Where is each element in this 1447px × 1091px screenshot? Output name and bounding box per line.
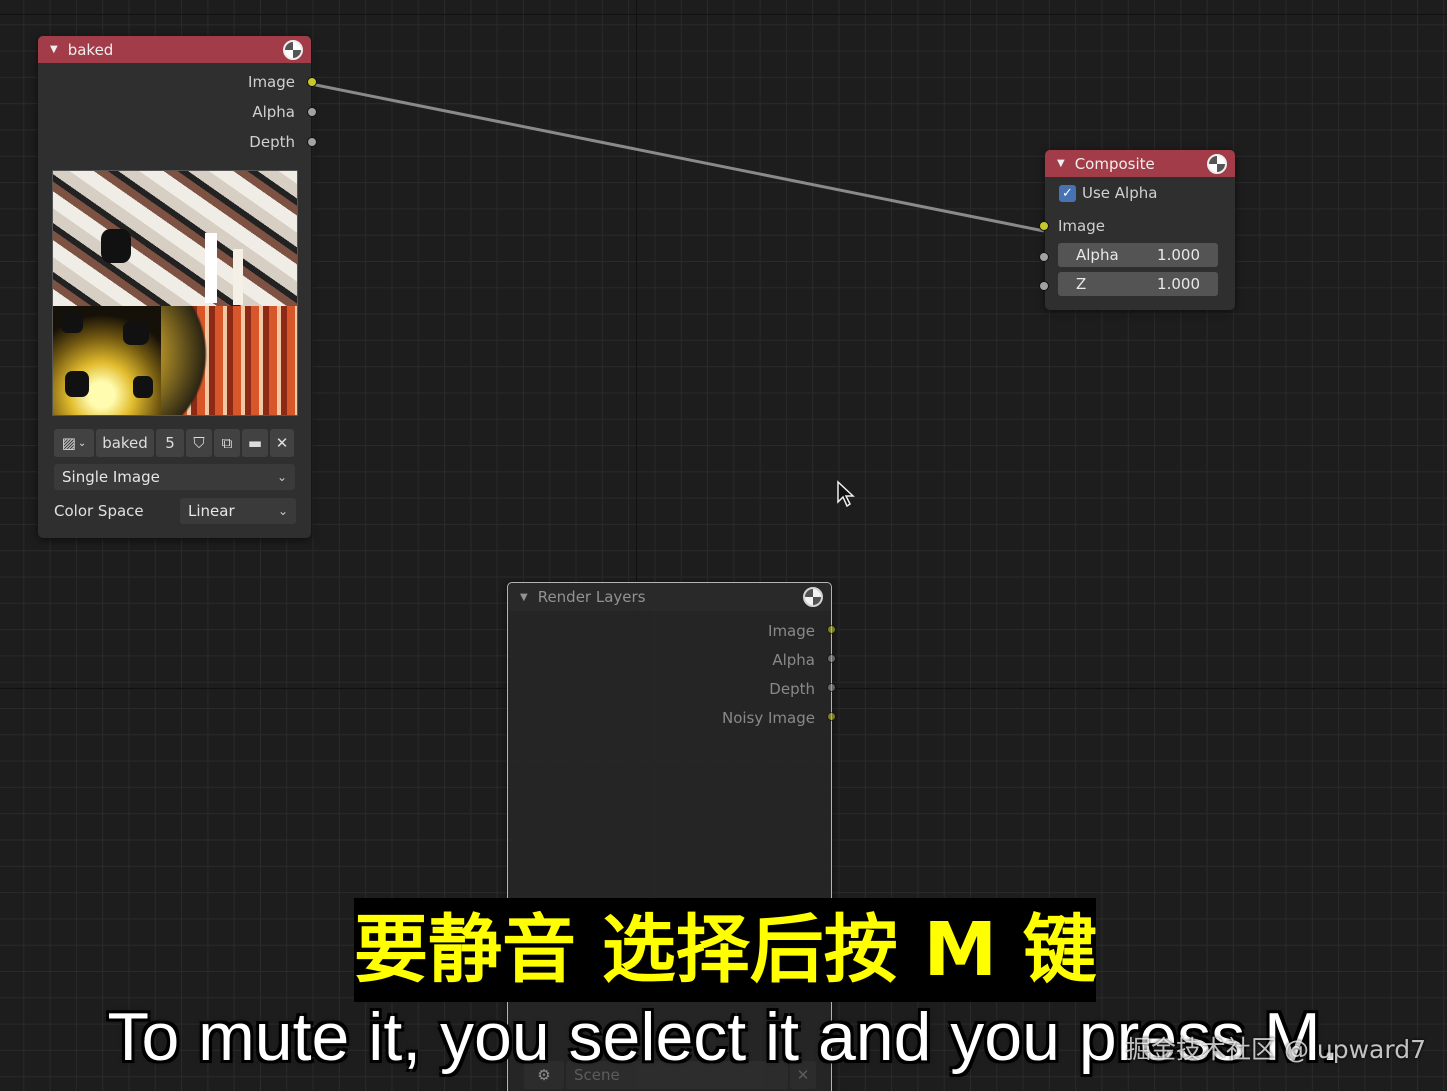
mouse-cursor-icon <box>837 480 855 508</box>
grid-major-line <box>0 14 1447 15</box>
output-socket-row: Image <box>508 616 836 645</box>
output-label-image: Image <box>768 621 815 640</box>
socket-alpha[interactable] <box>307 107 317 117</box>
z-value-field[interactable]: Z 1.000 <box>1058 272 1218 296</box>
field-label: Alpha <box>1076 246 1119 264</box>
node-title: Composite <box>1074 154 1155 173</box>
output-socket-row: Alpha <box>508 645 836 674</box>
node-title: Render Layers <box>537 588 646 606</box>
chevron-down-icon: ⌄ <box>77 437 87 449</box>
output-label-noisy-image: Noisy Image <box>721 708 815 727</box>
link-image-to-composite <box>310 82 1045 233</box>
watermark-text: 掘金技术社区 @ upward7 <box>1126 1035 1426 1064</box>
input-label-image: Image <box>1058 217 1105 235</box>
node-header[interactable]: ▼ Render Layers <box>508 583 831 611</box>
alpha-value-field[interactable]: Alpha 1.000 <box>1058 243 1218 267</box>
output-socket-row: Depth <box>508 674 836 703</box>
source-dropdown[interactable]: Single Image ⌄ <box>54 464 295 490</box>
socket-depth[interactable] <box>827 683 836 692</box>
duplicate-icon[interactable]: ⧉ <box>214 429 240 457</box>
socket-alpha-input[interactable] <box>1039 252 1049 262</box>
chevron-down-icon: ⌄ <box>276 470 287 484</box>
input-socket-row: Image <box>1039 209 1235 243</box>
input-socket-row: Alpha 1.000 <box>1039 243 1235 272</box>
preview-sphere-icon[interactable] <box>1207 153 1227 174</box>
unlink-close-icon[interactable]: ✕ <box>270 429 294 457</box>
image-datablock-toolbar: ▨ ⌄ baked 5 ⛉ ⧉ ▬ ✕ <box>54 429 295 457</box>
use-alpha-checkbox[interactable]: ✓ <box>1059 184 1076 202</box>
use-alpha-label: Use Alpha <box>1082 184 1158 202</box>
socket-image-input[interactable] <box>1039 221 1049 231</box>
output-label-depth: Depth <box>769 679 815 698</box>
subtitle-chinese: 要静音 选择后按 M 键 <box>354 898 1096 1002</box>
user-count-button[interactable]: 5 <box>156 429 184 457</box>
source-value: Single Image <box>62 468 160 486</box>
color-space-value: Linear <box>188 502 235 520</box>
output-socket-row: Noisy Image <box>508 703 836 732</box>
field-value: 1.000 <box>1157 275 1200 293</box>
fake-user-shield-icon[interactable]: ⛉ <box>186 429 212 457</box>
socket-alpha[interactable] <box>827 654 836 663</box>
socket-depth[interactable] <box>307 137 317 147</box>
socket-z-input[interactable] <box>1039 281 1049 291</box>
socket-image[interactable] <box>827 625 836 634</box>
field-value: 1.000 <box>1157 246 1200 264</box>
output-socket-row: Alpha <box>38 97 317 127</box>
output-socket-row: Image <box>38 67 317 97</box>
image-node-baked[interactable]: ▼ baked Image Alpha Depth ▨ ⌄ baked 5 ⛉ ⧉… <box>38 36 317 538</box>
collapse-triangle-icon[interactable]: ▼ <box>1057 158 1065 169</box>
input-socket-row: Z 1.000 <box>1039 272 1235 301</box>
image-icon: ▨ <box>61 434 76 452</box>
preview-sphere-icon[interactable] <box>283 39 303 60</box>
socket-image[interactable] <box>307 77 317 87</box>
color-space-dropdown[interactable]: Linear ⌄ <box>180 498 296 524</box>
output-label-depth: Depth <box>249 133 295 151</box>
node-title: baked <box>67 40 114 59</box>
output-socket-row: Depth <box>38 127 317 157</box>
field-label: Z <box>1076 275 1087 293</box>
node-header[interactable]: ▼ baked <box>38 36 311 63</box>
output-label-alpha: Alpha <box>252 103 295 121</box>
node-header[interactable]: ▼ Composite <box>1045 150 1235 177</box>
chevron-down-icon: ⌄ <box>277 504 288 518</box>
composite-node[interactable]: ▼ Composite ✓ Use Alpha Image Alpha 1.00… <box>1039 150 1235 310</box>
image-preview-thumbnail <box>52 170 298 416</box>
collapse-triangle-icon[interactable]: ▼ <box>520 592 528 603</box>
socket-noisy-image[interactable] <box>827 712 836 721</box>
preview-sphere-icon[interactable] <box>803 587 823 607</box>
use-alpha-row[interactable]: ✓ Use Alpha <box>1045 177 1235 209</box>
image-browse-button[interactable]: ▨ ⌄ <box>54 429 94 457</box>
output-label-alpha: Alpha <box>772 650 815 669</box>
output-label-image: Image <box>248 73 295 91</box>
open-folder-icon[interactable]: ▬ <box>242 429 268 457</box>
color-space-label: Color Space <box>54 502 144 520</box>
collapse-triangle-icon[interactable]: ▼ <box>50 44 58 55</box>
image-name-field[interactable]: baked <box>96 429 154 457</box>
